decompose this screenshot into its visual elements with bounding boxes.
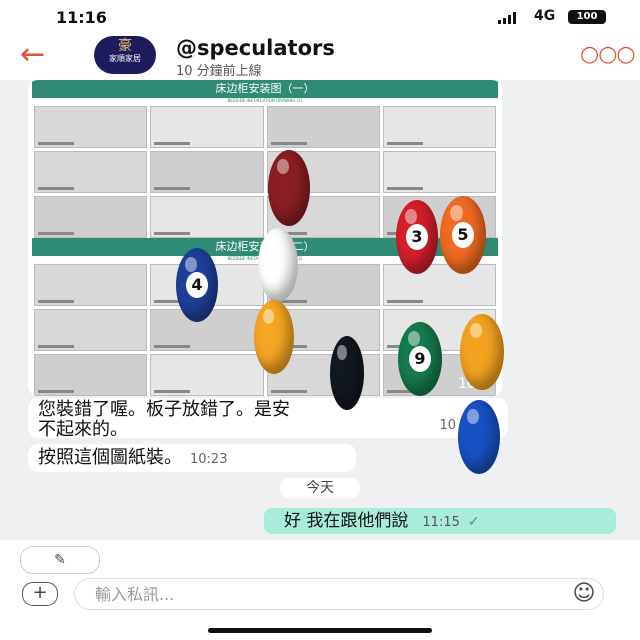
billiard-ball — [460, 314, 504, 390]
message-time: 10 — [439, 418, 456, 433]
home-indicator — [208, 628, 432, 633]
message-time: 10:23 — [190, 452, 228, 467]
billiard-ball — [458, 400, 500, 474]
network-label: 4G — [534, 8, 556, 24]
incoming-message[interactable]: 您裝錯了喔。板子放錯了。是安 不起來的。 10 — [28, 398, 508, 440]
billiard-ball: 5 — [440, 196, 486, 274]
message-text-line: 您裝錯了喔。板子放錯了。是安 — [38, 399, 290, 420]
more-dots-icon[interactable]: ○○○ — [580, 42, 636, 67]
billiard-ball: 9 — [398, 322, 442, 396]
back-arrow-icon[interactable]: ← — [20, 40, 45, 70]
avatar-brand: 家順家居 — [109, 54, 141, 63]
ball-number: 9 — [409, 346, 431, 372]
battery-icon: 100 — [568, 10, 606, 24]
status-bar: 11:16 4G 100 — [0, 0, 640, 34]
composer: ✎ + 輸入私訊... ☺ — [0, 540, 640, 640]
clock: 11:16 — [56, 8, 107, 27]
outgoing-message[interactable]: 好 我在跟他們說 11:15 ✓ — [264, 508, 616, 534]
avatar[interactable]: 豪 家順家居 — [94, 36, 156, 74]
billiard-ball — [330, 336, 364, 410]
billiard-ball: 3 — [396, 200, 438, 274]
message-input[interactable]: 輸入私訊... — [74, 578, 604, 610]
billiard-ball — [258, 228, 298, 302]
signal-icon — [498, 12, 516, 24]
online-status: 10 分鐘前上線 — [176, 64, 262, 79]
billiard-ball — [268, 150, 310, 226]
message-text-line: 不起來的。 — [38, 419, 128, 440]
incoming-message[interactable]: 按照這個圖紙裝。 10:23 — [28, 444, 356, 472]
ball-number: 3 — [406, 224, 428, 250]
chat-title[interactable]: @speculators — [176, 36, 335, 60]
panel-heading: 床边柜安装图（一） — [32, 80, 498, 98]
ball-number: 4 — [186, 272, 208, 298]
chat-header: ← 豪 家順家居 @speculators 10 分鐘前上線 ○○○ — [0, 34, 640, 80]
check-icon: ✓ — [467, 514, 480, 530]
message-text: 好 我在跟他們說 — [284, 511, 409, 531]
pencil-icon[interactable]: ✎ — [20, 546, 100, 574]
plus-icon[interactable]: + — [22, 582, 58, 606]
ball-number: 5 — [452, 222, 474, 248]
message-text: 按照這個圖紙裝。 — [38, 447, 182, 468]
avatar-logo: 豪 — [118, 38, 132, 54]
message-list[interactable]: 床边柜安装图（一） BEDSIDE INSTALLATION DRAWING (… — [0, 80, 640, 540]
smiley-icon[interactable]: ☺ — [566, 580, 602, 608]
date-divider: 今天 — [280, 478, 360, 498]
message-time: 11:15 — [422, 515, 460, 530]
billiard-ball — [254, 300, 294, 374]
billiard-ball: 4 — [176, 248, 218, 322]
